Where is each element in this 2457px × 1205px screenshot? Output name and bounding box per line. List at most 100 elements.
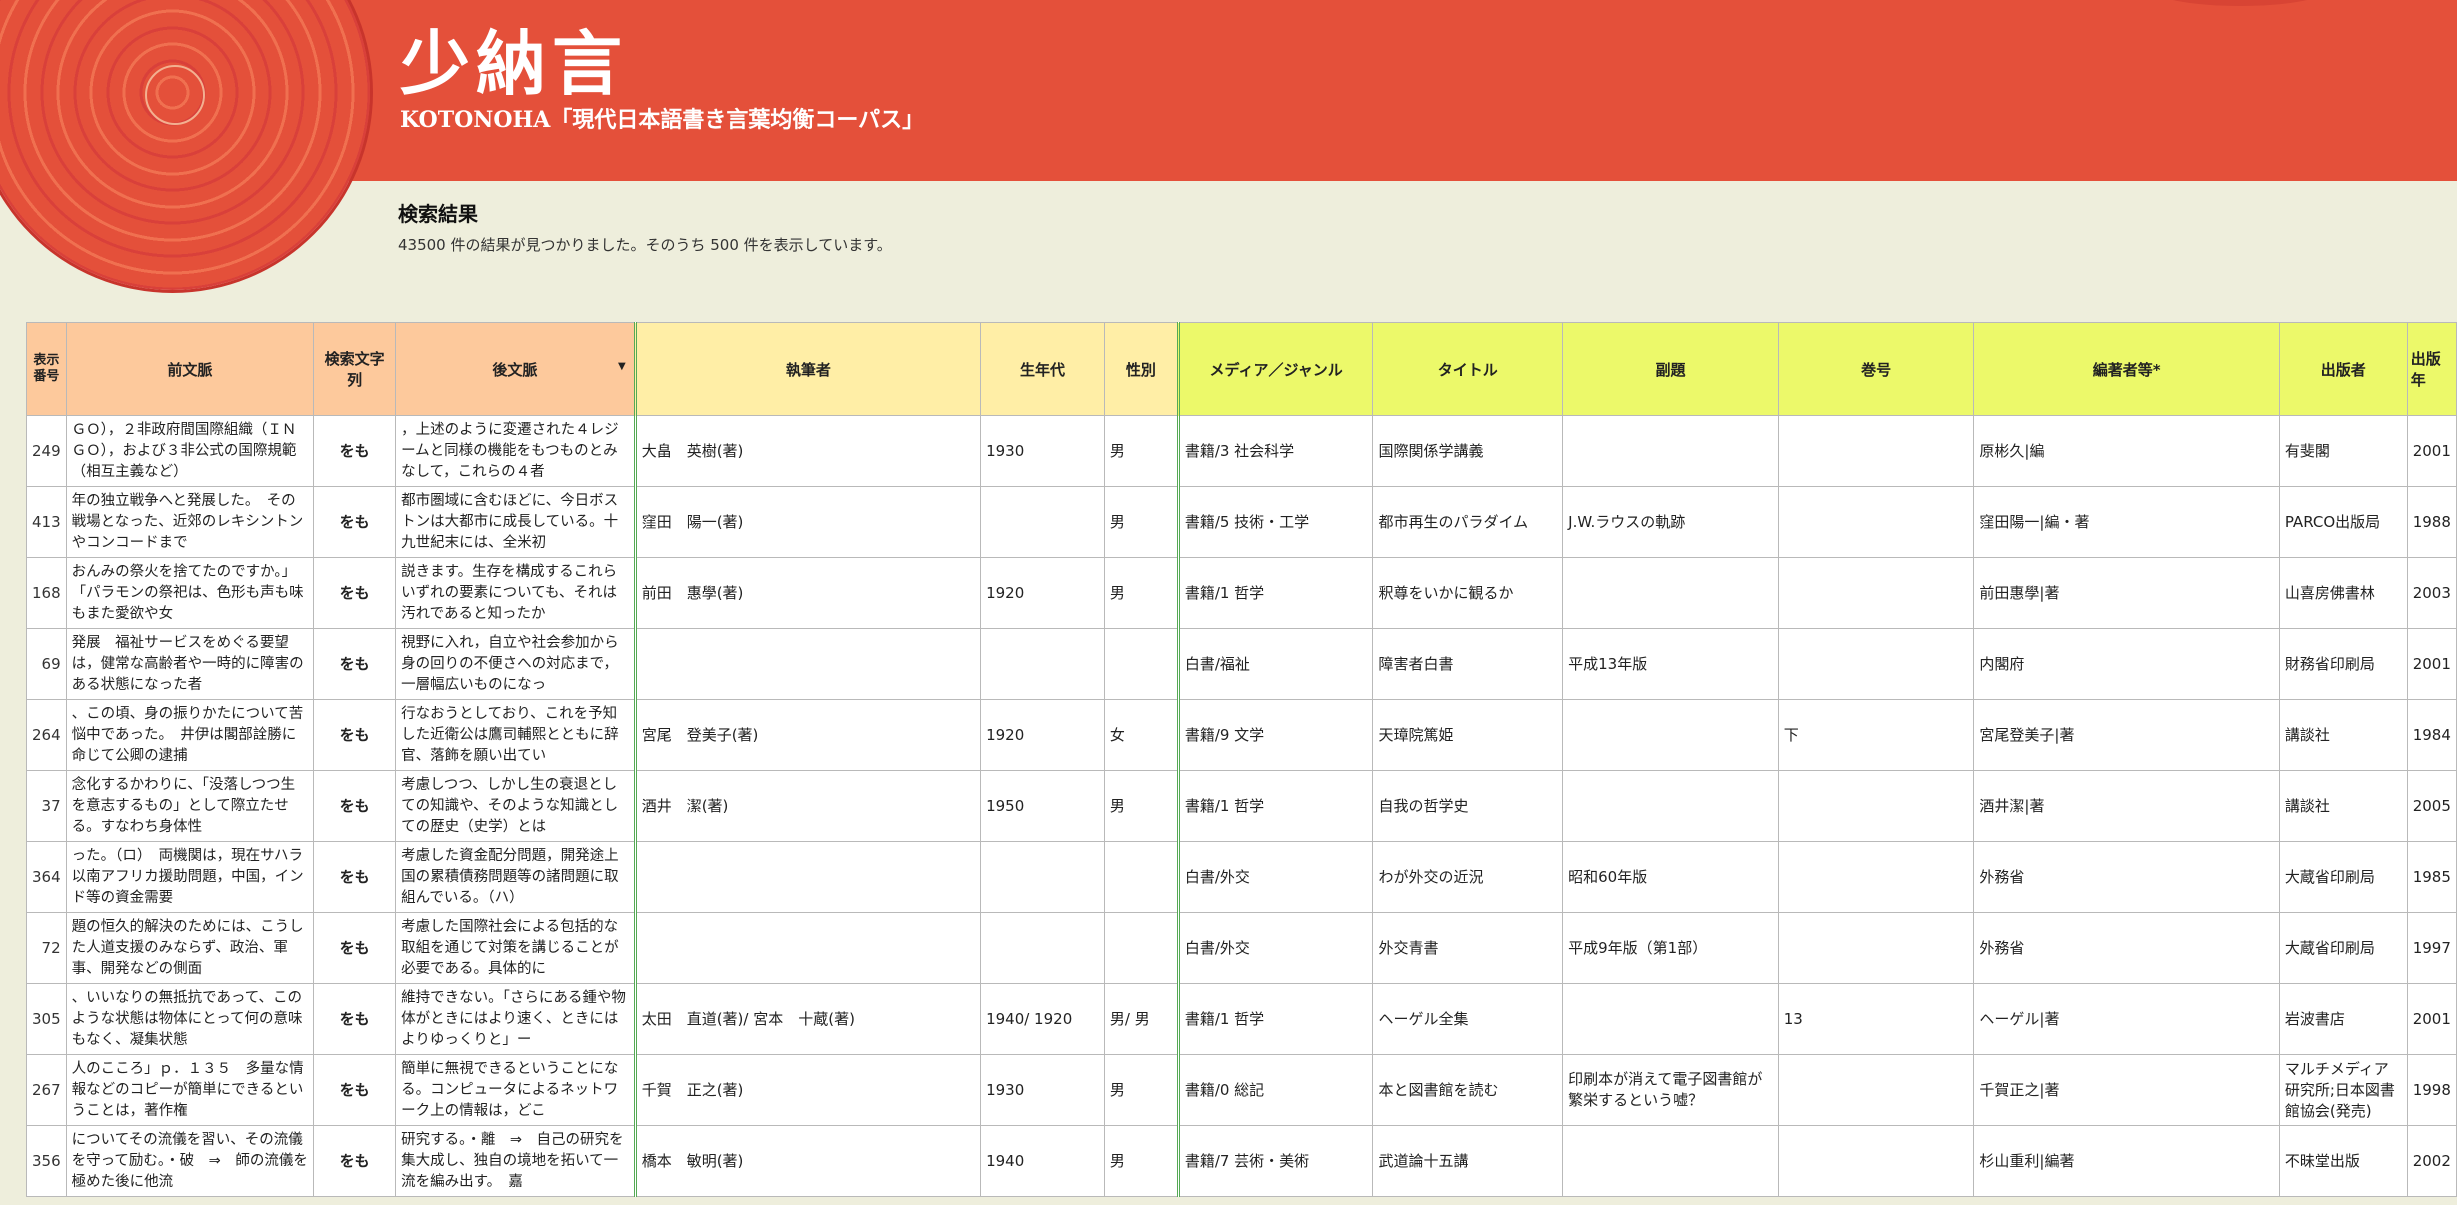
cell-year: 2002 (2406, 1125, 2457, 1197)
cell-subtitle (1562, 415, 1779, 487)
cell-after-context: 行なおうとしており、これを予知した近衛公は鷹司輔熙とともに辞官、落飾を願い出てい (395, 699, 636, 771)
col-header-keyword[interactable]: 検索文字列 (313, 322, 397, 416)
cell-media-genre: 白書/外交 (1176, 841, 1374, 913)
col-header-subtitle[interactable]: 副題 (1562, 322, 1779, 416)
cell-row-index: 264 (26, 699, 67, 771)
col-header-after-label: 後文脈 (492, 360, 538, 379)
table-row[interactable]: 69 発展 福祉サービスをめぐる要望は，健常な高齢者や一時的に障害のある状態になっ… (26, 628, 2457, 700)
col-header-volume[interactable]: 巻号 (1777, 322, 1975, 416)
cell-gender: 男 (1103, 557, 1179, 629)
col-header-editor[interactable]: 編著者等* (1973, 322, 2280, 416)
cell-gender: 男 (1103, 770, 1179, 842)
cell-year: 2003 (2406, 557, 2457, 629)
cell-subtitle (1562, 557, 1779, 629)
cell-title: 自我の哲学史 (1372, 770, 1564, 842)
brand-title[interactable]: 少納言 (400, 8, 628, 109)
cell-gender: 女 (1103, 699, 1179, 771)
table-row[interactable]: 168 おんみの祭火を捨てたのですか。」 「パラモンの祭祀は、色形も声も味もまた愛… (26, 557, 2457, 629)
cell-media-genre: 書籍/1 哲学 (1176, 557, 1374, 629)
col-header-birth[interactable]: 生年代 (980, 322, 1105, 416)
cell-media-genre: 書籍/9 文学 (1176, 699, 1374, 771)
cell-author: 窪田 陽一(著) (633, 486, 982, 558)
cell-after-context: 考慮した資金配分問題，開発途上国の累積債務問題等の諸問題に取組んでいる。（ハ） (395, 841, 636, 913)
cell-birth-decade: 1920 (980, 699, 1105, 771)
cell-editor: 外務省 (1973, 841, 2280, 913)
col-header-year[interactable]: 出版年 (2406, 322, 2457, 416)
table-row[interactable]: 356 についてその流儀を習い、その流儀を守って励む。・破 ⇒ 師の流儀を極めた後… (26, 1125, 2457, 1197)
cell-keyword: をも (313, 983, 397, 1055)
col-header-gender[interactable]: 性別 (1103, 322, 1179, 416)
cell-birth-decade: 1940/ 1920 (980, 983, 1105, 1055)
cell-volume (1777, 770, 1975, 842)
cell-publisher: PARCO出版局 (2278, 486, 2408, 558)
cell-editor: 千賀正之|著 (1973, 1054, 2280, 1126)
cell-row-index: 267 (26, 1054, 67, 1126)
cell-subtitle (1562, 699, 1779, 771)
cell-publisher: 有斐閣 (2278, 415, 2408, 487)
logo-emblem[interactable] (0, 0, 370, 290)
cell-year: 2001 (2406, 415, 2457, 487)
cell-gender: 男/ 男 (1103, 983, 1179, 1055)
col-header-title[interactable]: タイトル (1372, 322, 1564, 416)
cell-row-index: 72 (26, 912, 67, 984)
table-row[interactable]: 364 った。（ロ） 両機関は，現在サハラ以南アフリカ援助問題，中国，インド等の資… (26, 841, 2457, 913)
cell-media-genre: 書籍/3 社会科学 (1176, 415, 1374, 487)
table-row[interactable]: 305 、いいなりの無抵抗であって、このような状態は物体にとって何の意味もなく、凝… (26, 983, 2457, 1055)
col-header-media[interactable]: メディア／ジャンル (1176, 322, 1374, 416)
table-row[interactable]: 413 年の独立戦争へと発展した。 その戦場となった、近郊のレキシントンやコンコー… (26, 486, 2457, 558)
cell-keyword: をも (313, 557, 397, 629)
cell-volume (1777, 1054, 1975, 1126)
cell-before-context: ＧＯ），２非政府間国際組織（ＩＮＧＯ），および３非公式の国際規範（相互主義など） (65, 415, 315, 487)
cell-row-index: 356 (26, 1125, 67, 1197)
table-row[interactable]: 267 人のこころ」ｐ．１３５ 多量な情報などのコピーが簡単にできるということは，… (26, 1054, 2457, 1126)
cell-author: 橋本 敏明(著) (633, 1125, 982, 1197)
cell-year: 1988 (2406, 486, 2457, 558)
cell-editor: 原彬久|編 (1973, 415, 2280, 487)
cell-volume (1777, 912, 1975, 984)
col-header-after[interactable]: 後文脈 ▼ (395, 322, 636, 416)
cell-volume: 13 (1777, 983, 1975, 1055)
cell-after-context: ，上述のように変遷された４レジームと同様の機能をもつものとみなして，これらの４者 (395, 415, 636, 487)
cell-media-genre: 白書/福祉 (1176, 628, 1374, 700)
table-row[interactable]: 264 、この頃、身の振りかたについて苦悩中であった。 井伊は閣部詮勝に命じて公卿… (26, 699, 2457, 771)
header-decoration (2150, 0, 2330, 6)
cell-editor: 宮尾登美子|著 (1973, 699, 2280, 771)
table-row[interactable]: 37 念化するかわりに、「没落しつつ生を意志するもの」として際立たせる。すなわち身… (26, 770, 2457, 842)
cell-publisher: 不昧堂出版 (2278, 1125, 2408, 1197)
cell-title: ヘーゲル全集 (1372, 983, 1564, 1055)
cell-before-context: についてその流儀を習い、その流儀を守って励む。・破 ⇒ 師の流儀を極めた後に他流 (65, 1125, 315, 1197)
cell-after-context: 維持できない。「さらにある鍾や物体がときにはより速く、ときにはよりゆっくりと」ー (395, 983, 636, 1055)
cell-year: 2001 (2406, 628, 2457, 700)
cell-year: 2001 (2406, 983, 2457, 1055)
table-row[interactable]: 249 ＧＯ），２非政府間国際組織（ＩＮＧＯ），および３非公式の国際規範（相互主義… (26, 415, 2457, 487)
cell-editor: 窪田陽一|編・著 (1973, 486, 2280, 558)
cell-editor: 杉山重利|編著 (1973, 1125, 2280, 1197)
cell-title: 天璋院篤姫 (1372, 699, 1564, 771)
table-row[interactable]: 72 題の恒久的解決のためには、こうした人道支援のみならず、政治、軍事、開発などの… (26, 912, 2457, 984)
cell-year: 1984 (2406, 699, 2457, 771)
cell-before-context: 人のこころ」ｐ．１３５ 多量な情報などのコピーが簡単にできるということは，著作権 (65, 1054, 315, 1126)
cell-volume (1777, 486, 1975, 558)
cell-before-context: 念化するかわりに、「没落しつつ生を意志するもの」として際立たせる。すなわち身体性 (65, 770, 315, 842)
cell-before-context: った。（ロ） 両機関は，現在サハラ以南アフリカ援助問題，中国，インド等の資金需要 (65, 841, 315, 913)
cell-editor: 前田惠學|著 (1973, 557, 2280, 629)
cell-editor: 内閣府 (1973, 628, 2280, 700)
cell-after-context: 考慮した国際社会による包括的な取組を通じて対策を講じることが必要である。具体的に (395, 912, 636, 984)
col-header-before[interactable]: 前文脈 (65, 322, 315, 416)
cell-author: 酒井 潔(著) (633, 770, 982, 842)
cell-subtitle: 平成9年版（第1部） (1562, 912, 1779, 984)
sort-down-icon[interactable]: ▼ (618, 361, 626, 372)
col-header-index[interactable]: 表示番号 (26, 322, 67, 416)
col-header-publisher[interactable]: 出版者 (2278, 322, 2408, 416)
cell-subtitle: 平成13年版 (1562, 628, 1779, 700)
cell-volume (1777, 1125, 1975, 1197)
cell-editor: 酒井潔|著 (1973, 770, 2280, 842)
cell-gender: 男 (1103, 1054, 1179, 1126)
cell-title: 国際関係学講義 (1372, 415, 1564, 487)
col-header-author[interactable]: 執筆者 (633, 322, 982, 416)
table-header-row: 表示番号 前文脈 検索文字列 後文脈 ▼ 執筆者 生年代 性別 メディア／ジャンル… (26, 322, 2457, 416)
cell-before-context: 題の恒久的解決のためには、こうした人道支援のみならず、政治、軍事、開発などの側面 (65, 912, 315, 984)
cell-media-genre: 白書/外交 (1176, 912, 1374, 984)
cell-publisher: 大蔵省印刷局 (2278, 912, 2408, 984)
cell-birth-decade: 1930 (980, 415, 1105, 487)
